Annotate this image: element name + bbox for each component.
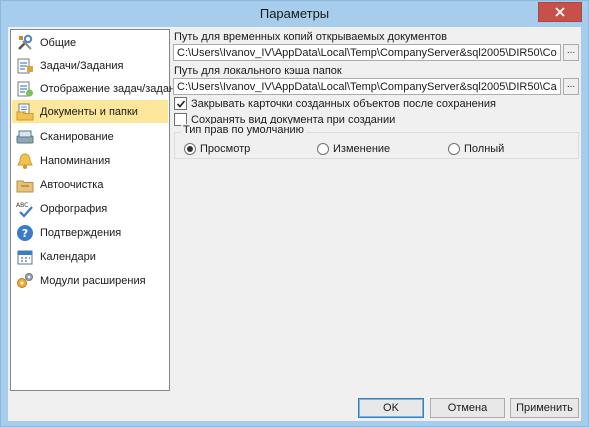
folder-clean-icon	[15, 175, 35, 195]
rights-option-edit[interactable]: Изменение	[317, 143, 390, 155]
close-cards-label: Закрывать карточки созданных объектов по…	[191, 97, 496, 110]
apply-button[interactable]: Применить	[510, 398, 579, 418]
rights-group-caption: Тип прав по умолчанию	[181, 124, 306, 136]
calendar-icon	[15, 247, 35, 267]
tools-icon	[15, 33, 35, 53]
help-question-icon: ?	[15, 223, 35, 243]
sidebar-item-label: Отображение задач/заданий	[40, 82, 188, 95]
temp-path-browse-button[interactable]: ...	[563, 44, 579, 61]
settings-category-list: Общие Задачи/Задания Отображение задач/з…	[10, 29, 187, 391]
sidebar-item-spelling[interactable]: ABC Орфография	[12, 197, 168, 220]
sidebar-item-label: Модули расширения	[40, 274, 146, 287]
sidebar-item-label: Документы и папки	[40, 105, 138, 118]
documents-folder-icon	[15, 102, 35, 122]
close-cards-option[interactable]: Закрывать карточки созданных объектов по…	[174, 97, 496, 110]
temp-path-label: Путь для временных копий открываемых док…	[174, 31, 448, 43]
close-icon	[555, 7, 565, 17]
sidebar-item-scanning[interactable]: Сканирование	[12, 125, 168, 148]
cache-path-label: Путь для локального кэша папок	[174, 65, 342, 77]
cache-path-input[interactable]	[173, 78, 561, 95]
cache-path-browse-button[interactable]: ...	[563, 78, 579, 95]
sidebar-item-label: Напоминания	[40, 154, 111, 167]
checkmark-icon	[176, 99, 185, 108]
sidebar-item-label: Подтверждения	[40, 226, 122, 239]
svg-text:?: ?	[22, 227, 28, 240]
ok-button[interactable]: OK	[358, 398, 424, 418]
close-cards-checkbox[interactable]	[174, 97, 187, 110]
title-bar[interactable]: Параметры	[1, 1, 588, 27]
scanner-icon	[15, 127, 35, 147]
sidebar-item-task-view[interactable]: Отображение задач/заданий	[12, 77, 187, 100]
sidebar-item-calendars[interactable]: Календари	[12, 245, 168, 268]
sidebar-item-label: Задачи/Задания	[40, 59, 124, 72]
sidebar-item-confirmations[interactable]: ? Подтверждения	[12, 221, 168, 244]
temp-path-input[interactable]	[173, 44, 561, 61]
documents-settings-panel: Путь для временных копий открываемых док…	[172, 27, 581, 393]
task-view-icon	[15, 79, 35, 99]
rights-option-full[interactable]: Полный	[448, 143, 504, 155]
sidebar-item-label: Сканирование	[40, 130, 114, 143]
radio-button[interactable]	[184, 143, 196, 155]
sidebar-item-autoclean[interactable]: Автоочистка	[12, 173, 168, 196]
sidebar-item-label: Общие	[40, 36, 77, 49]
sidebar-item-label: Орфография	[40, 202, 108, 215]
sidebar-item-label: Автоочистка	[40, 178, 104, 191]
gears-icon	[15, 271, 35, 291]
cancel-button[interactable]: Отмена	[430, 398, 505, 418]
rights-option-view[interactable]: Просмотр	[184, 143, 250, 155]
window-title: Параметры	[259, 6, 330, 21]
radio-label: Просмотр	[200, 143, 251, 155]
radio-button[interactable]	[448, 143, 460, 155]
sidebar-item-tasks[interactable]: Задачи/Задания	[12, 54, 168, 77]
sidebar-item-extensions[interactable]: Модули расширения	[12, 269, 168, 292]
svg-text:ABC: ABC	[16, 202, 28, 209]
radio-label: Полный	[464, 143, 505, 155]
sidebar-item-reminders[interactable]: Напоминания	[12, 149, 168, 172]
sidebar-item-general[interactable]: Общие	[12, 31, 168, 54]
radio-button[interactable]	[317, 143, 329, 155]
sidebar-item-documents-folders[interactable]: Документы и папки	[12, 100, 168, 123]
bell-icon	[15, 151, 35, 171]
close-button[interactable]	[538, 2, 582, 22]
settings-window: Параметры Общие Задачи/Задания Отображен…	[0, 0, 589, 427]
dialog-body: Общие Задачи/Задания Отображение задач/з…	[8, 27, 581, 421]
task-list-icon	[15, 56, 35, 76]
sidebar-item-label: Календари	[40, 250, 96, 263]
radio-label: Изменение	[333, 143, 391, 155]
spellcheck-icon: ABC	[15, 199, 35, 219]
